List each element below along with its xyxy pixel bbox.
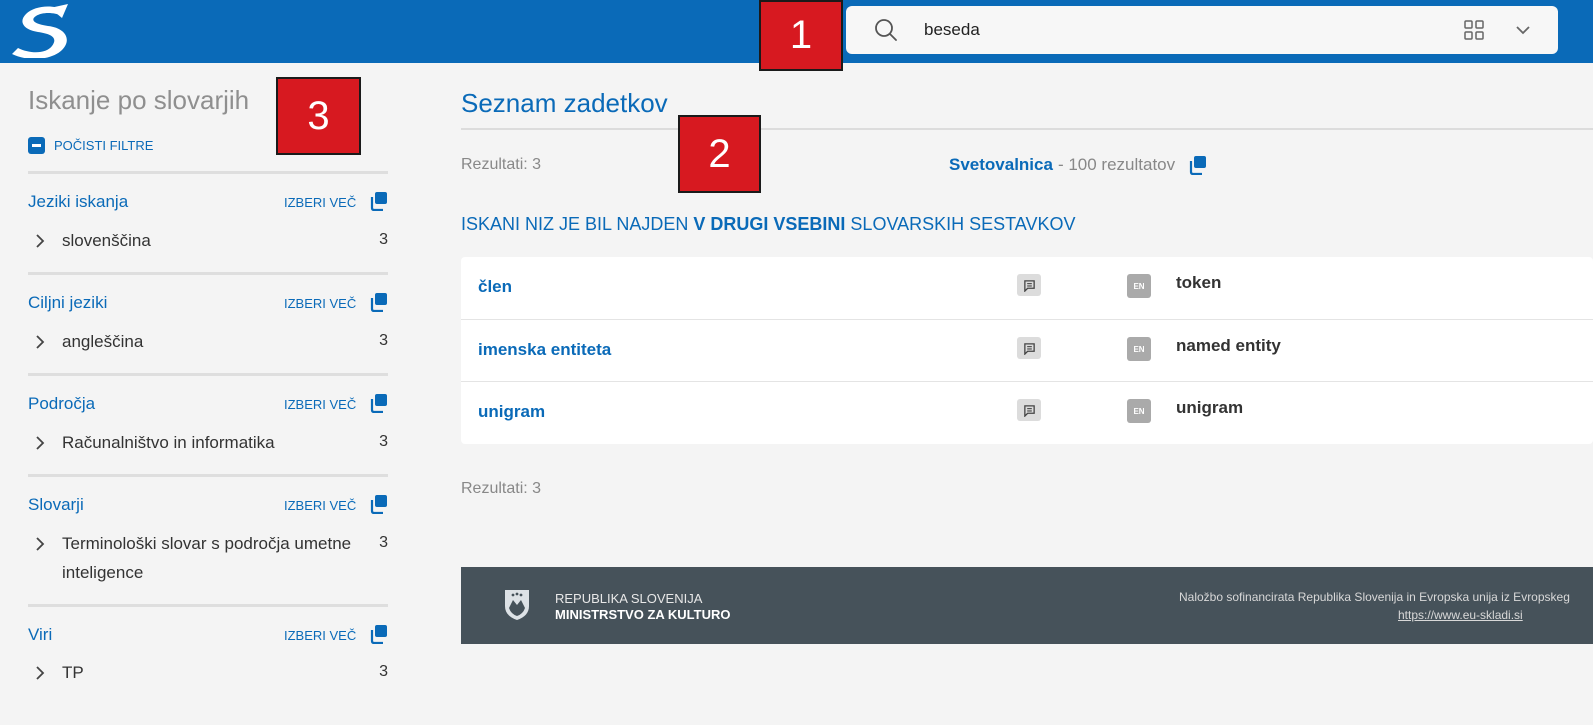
select-more-button[interactable]: IZBERI VEČ: [284, 628, 356, 643]
sidebar-title: Iskanje po slovarjih: [28, 85, 250, 115]
result-term[interactable]: imenska entiteta: [478, 340, 611, 360]
filter-item-label: TP: [62, 663, 84, 682]
chevron-right-icon: [36, 666, 45, 680]
svetovalnica-results: Svetovalnica - 100 rezultatov: [949, 155, 1207, 175]
search-input[interactable]: [924, 16, 1424, 44]
filter-group-name: Jeziki iskanja: [28, 192, 129, 211]
select-more-button[interactable]: IZBERI VEČ: [284, 397, 356, 412]
filter-group-header: Viri IZBERI VEČ: [28, 623, 388, 647]
language-badge: EN: [1127, 399, 1151, 423]
svetovalnica-link[interactable]: Svetovalnica: [949, 155, 1053, 175]
results-count: Rezultati: 3: [461, 156, 542, 173]
divider: [461, 128, 1593, 130]
filter-group-name: Slovarji: [28, 495, 84, 514]
notice-text: SLOVARSKIH SESTAVKOV: [845, 214, 1076, 234]
filter-item-count: 3: [379, 663, 388, 680]
minus-square-icon: [28, 137, 45, 154]
filter-group-name: Viri: [28, 625, 53, 644]
filter-group-header: Jeziki iskanja IZBERI VEČ: [28, 190, 388, 214]
page-title: Seznam zadetkov: [461, 88, 668, 118]
filter-item-count: 3: [379, 231, 388, 248]
language-badge: EN: [1127, 274, 1151, 298]
clear-filters-button[interactable]: POČISTI FILTRE: [28, 137, 153, 154]
filter-item-count: 3: [379, 433, 388, 450]
footer-line-1: REPUBLIKA SLOVENIJA: [555, 591, 703, 606]
result-term[interactable]: člen: [478, 277, 512, 297]
chevron-right-icon: [36, 436, 45, 450]
copy-icon[interactable]: [1187, 155, 1207, 175]
footer-link[interactable]: https://www.eu-skladi.si: [1398, 608, 1523, 622]
comment-icon[interactable]: [1017, 399, 1041, 421]
clear-filters-label: POČISTI FILTRE: [54, 138, 154, 153]
grid-icon[interactable]: [1464, 20, 1484, 40]
chevron-down-icon[interactable]: [1514, 22, 1532, 38]
select-more-button[interactable]: IZBERI VEČ: [284, 296, 356, 311]
result-translation: unigram: [1176, 398, 1244, 417]
chevron-right-icon: [36, 234, 45, 248]
copy-icon[interactable]: [368, 393, 388, 413]
filter-item-label: Terminološki slovar s področja umetne in…: [62, 534, 352, 582]
table-row: imenska entiteta EN named entity: [461, 319, 1593, 381]
annotation-marker-3: 3: [276, 77, 361, 155]
footer: REPUBLIKA SLOVENIJA MINISTRSTVO ZA KULTU…: [461, 567, 1593, 644]
filter-group-header: Področja IZBERI VEČ: [28, 392, 388, 416]
notice-emphasis: V DRUGI VSEBINI: [693, 214, 846, 234]
results-list: člen EN token imenska entiteta EN named …: [461, 257, 1593, 444]
filter-group-header: Ciljni jeziki IZBERI VEČ: [28, 291, 388, 315]
chevron-right-icon: [36, 335, 45, 349]
comment-icon[interactable]: [1017, 337, 1041, 359]
footer-funding-text: Naložbo sofinancirata Republika Slovenij…: [1179, 590, 1570, 604]
divider: [28, 604, 388, 607]
annotation-marker-2: 2: [678, 115, 761, 193]
filter-item-label: slovenščina: [62, 231, 151, 250]
result-translation: token: [1176, 273, 1222, 292]
svetovalnica-count: - 100 rezultatov: [1057, 155, 1176, 174]
table-row: unigram EN unigram: [461, 381, 1593, 443]
annotation-marker-1: 1: [759, 0, 843, 71]
notice-text: ISKANI NIZ JE BIL NAJDEN: [461, 214, 694, 234]
filter-item-label: Računalništvo in informatika: [62, 433, 275, 452]
copy-icon[interactable]: [368, 494, 388, 514]
copy-icon[interactable]: [368, 191, 388, 211]
result-translation: named entity: [1176, 336, 1281, 355]
comment-icon[interactable]: [1017, 274, 1041, 296]
coat-of-arms-icon: [505, 590, 529, 620]
search-icon[interactable]: [874, 18, 898, 42]
table-row: člen EN token: [461, 257, 1593, 319]
results-count-bottom: Rezultati: 3: [461, 480, 542, 497]
s-logo-icon[interactable]: [8, 4, 74, 58]
filter-item-count: 3: [379, 534, 388, 551]
chevron-right-icon: [36, 537, 45, 551]
language-badge: EN: [1127, 337, 1151, 361]
select-more-button[interactable]: IZBERI VEČ: [284, 498, 356, 513]
filter-group-name: Področja: [28, 394, 96, 413]
filter-sidebar: Iskanje po slovarjih POČISTI FILTRE Jezi…: [0, 63, 410, 725]
divider: [28, 474, 388, 477]
search-bar: [846, 6, 1558, 54]
divider: [28, 272, 388, 275]
copy-icon[interactable]: [368, 624, 388, 644]
footer-line-2: MINISTRSTVO ZA KULTURO: [555, 607, 731, 622]
results-notice: ISKANI NIZ JE BIL NAJDEN V DRUGI VSEBINI…: [461, 214, 1076, 235]
divider: [28, 171, 388, 174]
filter-item-label: angleščina: [62, 332, 144, 351]
divider: [28, 373, 388, 376]
result-term[interactable]: unigram: [478, 402, 545, 422]
filter-group-header: Slovarji IZBERI VEČ: [28, 493, 388, 517]
select-more-button[interactable]: IZBERI VEČ: [284, 195, 356, 210]
filter-group-name: Ciljni jeziki: [28, 293, 108, 312]
filter-item-count: 3: [379, 332, 388, 349]
copy-icon[interactable]: [368, 292, 388, 312]
